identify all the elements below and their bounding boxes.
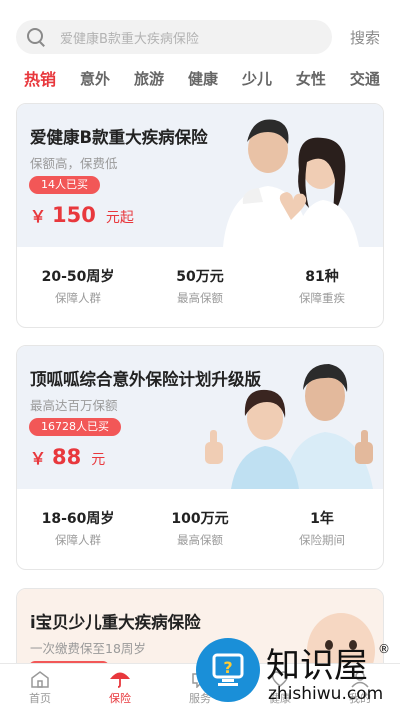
stat-item: 81种 保障重疾 bbox=[261, 268, 383, 306]
home-icon bbox=[31, 670, 49, 688]
svg-text:?: ? bbox=[223, 658, 232, 677]
search-row: 爱健康B款重大疾病保险 搜索 bbox=[16, 20, 390, 54]
purchase-count-badge: 14人已买 bbox=[29, 176, 100, 194]
stat-value: 100万元 bbox=[171, 511, 229, 527]
nav-insurance[interactable]: 保险 bbox=[80, 664, 160, 711]
nav-home[interactable]: 首页 bbox=[0, 664, 80, 711]
nav-label: 保险 bbox=[109, 691, 131, 705]
app-screen: 爱健康B款重大疾病保险 搜索 热销 意外 旅游 健康 少儿 女性 交通 爱健康B… bbox=[0, 0, 400, 711]
tab-women[interactable]: 女性 bbox=[296, 68, 326, 89]
stat-label: 最高保额 bbox=[177, 291, 223, 305]
product-card[interactable]: 顶呱呱综合意外保险计划升级版 最高达百万保额 16728人已买 ￥ 88 元 1… bbox=[16, 345, 384, 570]
stat-value: 50万元 bbox=[176, 269, 224, 285]
search-icon bbox=[26, 27, 46, 47]
stat-value: 20-50周岁 bbox=[41, 269, 115, 285]
tab-travel[interactable]: 旅游 bbox=[134, 68, 164, 89]
tab-health[interactable]: 健康 bbox=[188, 68, 218, 89]
product-card[interactable]: 爱健康B款重大疾病保险 保额高，保费低 14人已买 ￥ 150 元起 20-50… bbox=[16, 103, 384, 328]
tab-children[interactable]: 少儿 bbox=[242, 68, 272, 89]
stat-label: 保障重疾 bbox=[299, 291, 345, 305]
search-button[interactable]: 搜索 bbox=[340, 27, 390, 48]
stat-item: 20-50周岁 保障人群 bbox=[17, 268, 139, 306]
card-subtitle: 最高达百万保额 bbox=[30, 398, 118, 413]
card-subtitle: 一次缴费保至18周岁 bbox=[30, 641, 146, 656]
watermark-mark: ® bbox=[378, 642, 390, 656]
watermark-domain: zhishiwu.com bbox=[268, 684, 383, 704]
card-stats: 20-50周岁 保障人群 50万元 最高保额 81种 保障重疾 bbox=[17, 247, 383, 327]
tab-accident[interactable]: 意外 bbox=[80, 68, 110, 89]
stat-label: 最高保额 bbox=[177, 533, 223, 547]
umbrella-icon bbox=[110, 672, 130, 688]
card-title: 顶呱呱综合意外保险计划升级版 bbox=[30, 370, 261, 389]
stat-item: 1年 保险期间 bbox=[261, 510, 383, 548]
card-title: i宝贝少儿重大疾病保险 bbox=[30, 613, 201, 632]
category-tabs: 热销 意外 旅游 健康 少儿 女性 交通 bbox=[24, 66, 380, 90]
stat-item: 50万元 最高保额 bbox=[139, 268, 261, 306]
couple-photo bbox=[183, 104, 383, 247]
card-subtitle: 保额高，保费低 bbox=[30, 156, 118, 171]
price: ￥ 150 元起 bbox=[30, 203, 134, 227]
stat-label: 保障人群 bbox=[55, 533, 101, 547]
stat-item: 18-60周岁 保障人群 bbox=[17, 510, 139, 548]
stat-value: 18-60周岁 bbox=[41, 511, 115, 527]
stat-value: 1年 bbox=[310, 511, 334, 527]
tab-traffic[interactable]: 交通 bbox=[350, 68, 380, 89]
price-unit: 元 bbox=[91, 452, 106, 468]
card-title: 爱健康B款重大疾病保险 bbox=[30, 128, 208, 147]
stat-item: 100万元 最高保额 bbox=[139, 510, 261, 548]
price: ￥ 88 元 bbox=[30, 445, 105, 469]
watermark-text: 知识屋 bbox=[266, 646, 368, 686]
purchase-count-badge: 16728人已买 bbox=[29, 418, 121, 436]
search-placeholder: 爱健康B款重大疾病保险 bbox=[60, 31, 199, 47]
price-currency: ￥ bbox=[30, 449, 47, 468]
watermark: ? 知识屋 ® zhishiwu.com bbox=[196, 635, 396, 705]
price-value: 88 bbox=[52, 445, 82, 469]
price-currency: ￥ bbox=[30, 207, 47, 226]
search-input[interactable]: 爱健康B款重大疾病保险 bbox=[16, 20, 332, 54]
card-header: 爱健康B款重大疾病保险 保额高，保费低 14人已买 ￥ 150 元起 bbox=[17, 104, 383, 247]
nav-label: 首页 bbox=[29, 691, 51, 705]
stat-label: 保险期间 bbox=[299, 533, 345, 547]
stat-value: 81种 bbox=[305, 269, 339, 285]
tab-hot[interactable]: 热销 bbox=[24, 66, 56, 90]
stat-label: 保障人群 bbox=[55, 291, 101, 305]
price-value: 150 bbox=[52, 203, 96, 227]
price-unit: 元起 bbox=[105, 210, 134, 226]
card-header: 顶呱呱综合意外保险计划升级版 最高达百万保额 16728人已买 ￥ 88 元 bbox=[17, 346, 383, 489]
card-stats: 18-60周岁 保障人群 100万元 最高保额 1年 保险期间 bbox=[17, 489, 383, 569]
